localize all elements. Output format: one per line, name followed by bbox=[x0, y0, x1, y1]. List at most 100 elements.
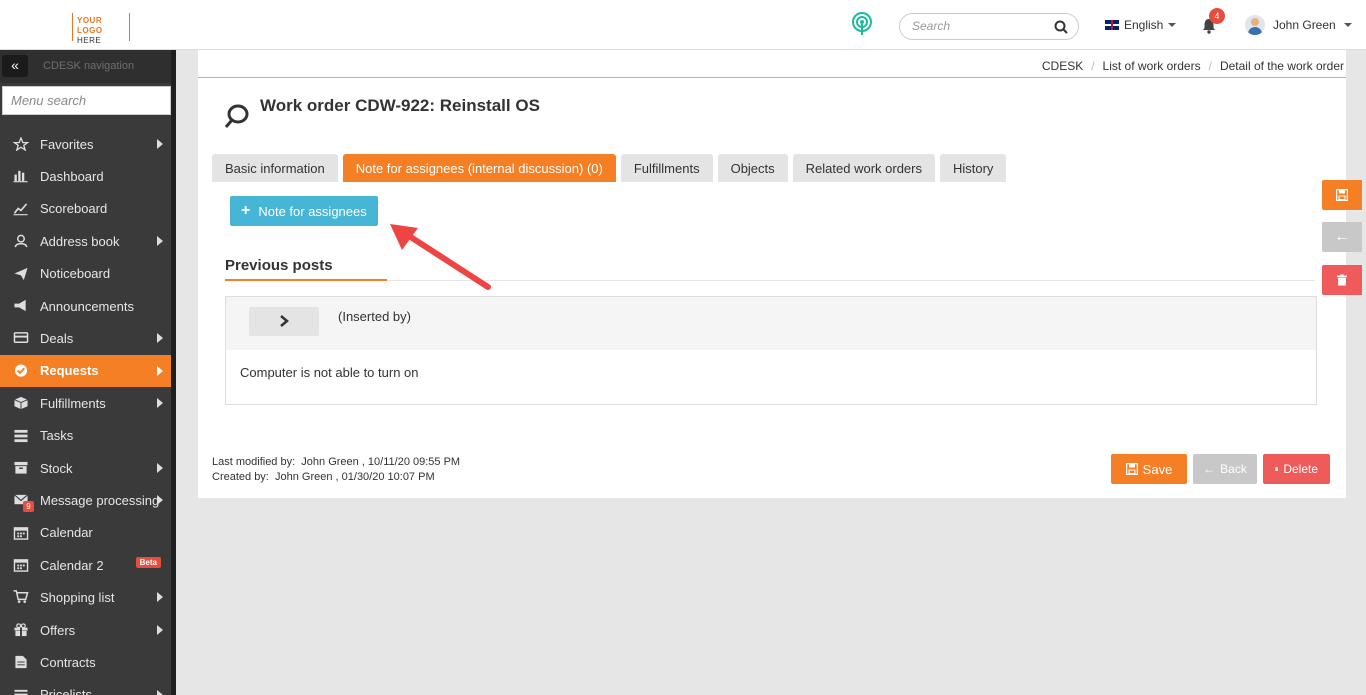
search-icon[interactable] bbox=[1054, 20, 1068, 34]
breadcrumb-cdesk[interactable]: CDESK bbox=[1042, 59, 1083, 73]
tab-basic-information[interactable]: Basic information bbox=[212, 154, 338, 182]
chevron-down-icon bbox=[1343, 23, 1352, 27]
calendar-icon bbox=[13, 526, 29, 540]
tab-fulfillments[interactable]: Fulfillments bbox=[620, 154, 713, 182]
chevron-right-icon bbox=[157, 462, 163, 473]
page-title: Work order CDW-922: Reinstall OS bbox=[260, 96, 540, 115]
sidebar-item-address-book[interactable]: Address book bbox=[0, 225, 171, 257]
archive-icon bbox=[14, 461, 28, 474]
sidebar-item-contracts[interactable]: Contracts bbox=[0, 646, 171, 678]
sidebar-menu: Favorites Dashboard Scoreboard Address book… bbox=[0, 128, 171, 695]
floating-back-button[interactable]: ← bbox=[1322, 222, 1362, 252]
sidebar-item-dashboard[interactable]: Dashboard bbox=[0, 160, 171, 192]
user-menu[interactable]: John Green bbox=[1245, 15, 1352, 35]
sidebar-item-tasks[interactable]: Tasks bbox=[0, 420, 171, 452]
save-button[interactable]: Save bbox=[1111, 454, 1187, 484]
plus-icon: + bbox=[241, 202, 251, 219]
post-card: (Inserted by) Computer is not able to tu… bbox=[225, 296, 1317, 405]
add-note-button[interactable]: + Note for assignees bbox=[230, 196, 378, 226]
check-circle-icon bbox=[14, 364, 28, 377]
sidebar-item-label: Dashboard bbox=[40, 169, 104, 185]
sidebar-item-shopping-list[interactable]: Shopping list bbox=[0, 581, 171, 613]
sidebar-item-label: Stock bbox=[40, 460, 73, 476]
post-author: (Inserted by) bbox=[338, 309, 411, 324]
sidebar-item-pricelists[interactable]: Pricelists bbox=[0, 679, 171, 695]
delete-button[interactable]: Delete bbox=[1263, 454, 1330, 484]
trash-icon bbox=[1337, 274, 1347, 286]
work-order-icon bbox=[224, 104, 249, 128]
sidebar-item-label: Scoreboard bbox=[40, 201, 108, 217]
menu-search-input[interactable] bbox=[2, 86, 171, 115]
save-label: Save bbox=[1142, 461, 1173, 477]
cart-icon bbox=[13, 590, 29, 604]
chevron-right-icon bbox=[157, 398, 163, 409]
sidebar-header: « CDESK navigation bbox=[0, 50, 171, 83]
created-value: John Green , 01/30/20 10:07 PM bbox=[275, 471, 435, 483]
floppy-icon bbox=[1125, 463, 1138, 475]
breadcrumb-work-orders[interactable]: List of work orders bbox=[1103, 59, 1201, 73]
sidebar-item-stock[interactable]: Stock bbox=[0, 452, 171, 484]
sidebar-item-announcements[interactable]: Announcements bbox=[0, 290, 171, 322]
sidebar-item-favorites[interactable]: Favorites bbox=[0, 128, 171, 160]
company-logo[interactable]: YOUR LOGO HERE bbox=[72, 13, 130, 45]
tab-note-for-assignees-internal-discussion-0[interactable]: Note for assignees (internal discussion)… bbox=[342, 154, 616, 182]
sidebar-scrollbar[interactable] bbox=[171, 50, 176, 695]
section-divider-accent bbox=[225, 279, 387, 281]
tab-related-work-orders[interactable]: Related work orders bbox=[792, 154, 935, 182]
created-label: Created by: bbox=[212, 471, 269, 483]
post-header: (Inserted by) bbox=[226, 297, 1316, 350]
global-search bbox=[899, 13, 1079, 40]
sidebar-item-offers[interactable]: Offers bbox=[0, 614, 171, 646]
floating-save-button[interactable] bbox=[1322, 180, 1362, 210]
tab-history[interactable]: History bbox=[939, 154, 1007, 182]
last-modified-value: John Green , 10/11/20 09:55 PM bbox=[301, 456, 461, 468]
header-divider bbox=[198, 77, 1346, 78]
collapse-sidebar-icon[interactable]: « bbox=[2, 55, 28, 77]
floppy-icon bbox=[1336, 189, 1348, 201]
global-search-input[interactable] bbox=[912, 19, 1052, 33]
sidebar-title: CDESK navigation bbox=[43, 60, 135, 72]
back-button[interactable]: ← Back bbox=[1193, 454, 1257, 484]
calendar-icon bbox=[13, 559, 29, 572]
expand-post-button[interactable] bbox=[249, 307, 319, 336]
tasks-icon bbox=[14, 429, 28, 442]
sidebar-item-calendar[interactable]: Calendar bbox=[0, 517, 171, 549]
chevron-right-icon bbox=[157, 139, 163, 149]
arrow-left-icon: ← bbox=[1203, 462, 1216, 476]
uk-flag-icon bbox=[1105, 20, 1119, 30]
broadcast-icon[interactable] bbox=[851, 12, 873, 36]
chevron-down-icon bbox=[1168, 23, 1177, 27]
tab-objects[interactable]: Objects bbox=[717, 154, 788, 182]
sidebar-item-fulfillments[interactable]: Fulfillments bbox=[0, 387, 171, 419]
sidebar-item-scoreboard[interactable]: Scoreboard bbox=[0, 193, 171, 225]
floating-delete-button[interactable] bbox=[1322, 265, 1362, 295]
previous-posts-title: Previous posts bbox=[225, 257, 333, 274]
chevron-right-icon bbox=[157, 592, 163, 603]
box-icon bbox=[14, 397, 28, 410]
document-icon bbox=[15, 656, 27, 669]
sidebar-item-noticeboard[interactable]: Noticeboard bbox=[0, 258, 171, 290]
sidebar-item-message-processing[interactable]: Message processing 9 bbox=[0, 484, 171, 516]
sidebar-item-deals[interactable]: Deals bbox=[0, 322, 171, 354]
notification-badge: 4 bbox=[1209, 8, 1225, 24]
list-icon bbox=[14, 689, 28, 695]
annotation-arrow bbox=[390, 224, 491, 290]
arrow-left-icon: ← bbox=[1334, 228, 1350, 245]
bar-chart-icon bbox=[13, 171, 28, 183]
chevron-right-icon bbox=[280, 315, 289, 327]
sidebar-item-label: Message processing bbox=[40, 492, 160, 508]
star-icon bbox=[13, 137, 29, 151]
sidebar: « CDESK navigation Favorites Dashboard Sco… bbox=[0, 50, 176, 695]
breadcrumb: CDESK / List of work orders / Detail of … bbox=[1041, 59, 1344, 73]
credit-card-icon bbox=[13, 332, 29, 344]
sidebar-item-label: Fulfillments bbox=[40, 395, 106, 411]
sidebar-item-calendar-2[interactable]: Calendar 2 Beta bbox=[0, 549, 171, 581]
sidebar-item-label: Calendar 2 bbox=[40, 557, 104, 573]
chevron-right-icon bbox=[157, 365, 163, 376]
sidebar-item-label: Requests bbox=[40, 363, 99, 379]
sidebar-item-requests[interactable]: Requests bbox=[0, 354, 171, 388]
language-selector[interactable]: English bbox=[1105, 18, 1177, 32]
top-bar: YOUR LOGO HERE English 4 John Green bbox=[0, 0, 1366, 50]
sidebar-item-label: Favorites bbox=[40, 136, 94, 152]
form-actions: Save ← Back Delete bbox=[1111, 454, 1330, 484]
